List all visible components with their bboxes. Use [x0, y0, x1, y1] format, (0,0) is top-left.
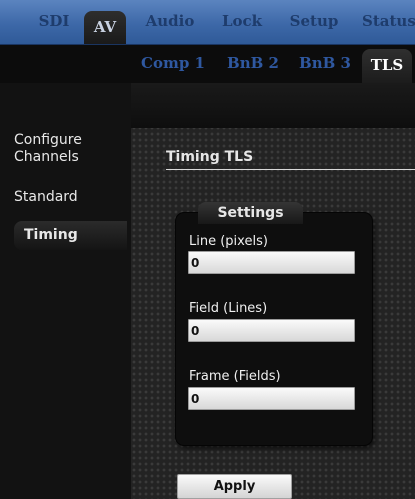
subtab-bnb-3[interactable]: BnB 3: [295, 45, 355, 83]
sidebar-item-standard[interactable]: Standard: [14, 189, 78, 206]
apply-button[interactable]: Apply: [177, 474, 292, 499]
sidebar-item-timing[interactable]: Timing: [14, 221, 127, 250]
subtab-comp-1[interactable]: Comp 1: [137, 45, 209, 83]
content-header-bar: [131, 83, 415, 128]
subtab-bnb-2[interactable]: BnB 2: [223, 45, 283, 83]
app-root: SDI AV Audio Lock Setup Status Comp 1 Bn…: [0, 0, 415, 499]
sidebar-item-configure-channels[interactable]: Configure Channels: [14, 132, 82, 166]
line-pixels-input[interactable]: 0: [188, 251, 355, 274]
main-content: Timing TLS Settings Line (pixels) 0 Fiel…: [131, 83, 415, 499]
tab-sdi[interactable]: SDI: [29, 0, 79, 44]
sub-tab-bar: Comp 1 BnB 2 BnB 3 TLS: [0, 45, 415, 83]
sidebar: Configure Channels Standard Timing: [0, 83, 131, 499]
tab-av[interactable]: AV: [84, 11, 126, 44]
tab-audio[interactable]: Audio: [141, 0, 199, 44]
section-divider: [166, 169, 415, 170]
section-title: Timing TLS: [166, 149, 254, 165]
tab-lock[interactable]: Lock: [218, 0, 266, 44]
field-lines-input[interactable]: 0: [188, 319, 355, 342]
field-lines-label: Field (Lines): [189, 301, 268, 316]
line-pixels-label: Line (pixels): [189, 234, 268, 249]
subtab-tls[interactable]: TLS: [362, 49, 412, 83]
tab-status[interactable]: Status: [362, 0, 415, 44]
frame-fields-label: Frame (Fields): [189, 369, 281, 384]
frame-fields-input[interactable]: 0: [188, 387, 355, 410]
settings-panel-title: Settings: [198, 202, 303, 224]
main-tab-bar: SDI AV Audio Lock Setup Status: [0, 0, 415, 45]
tab-setup[interactable]: Setup: [284, 0, 344, 44]
